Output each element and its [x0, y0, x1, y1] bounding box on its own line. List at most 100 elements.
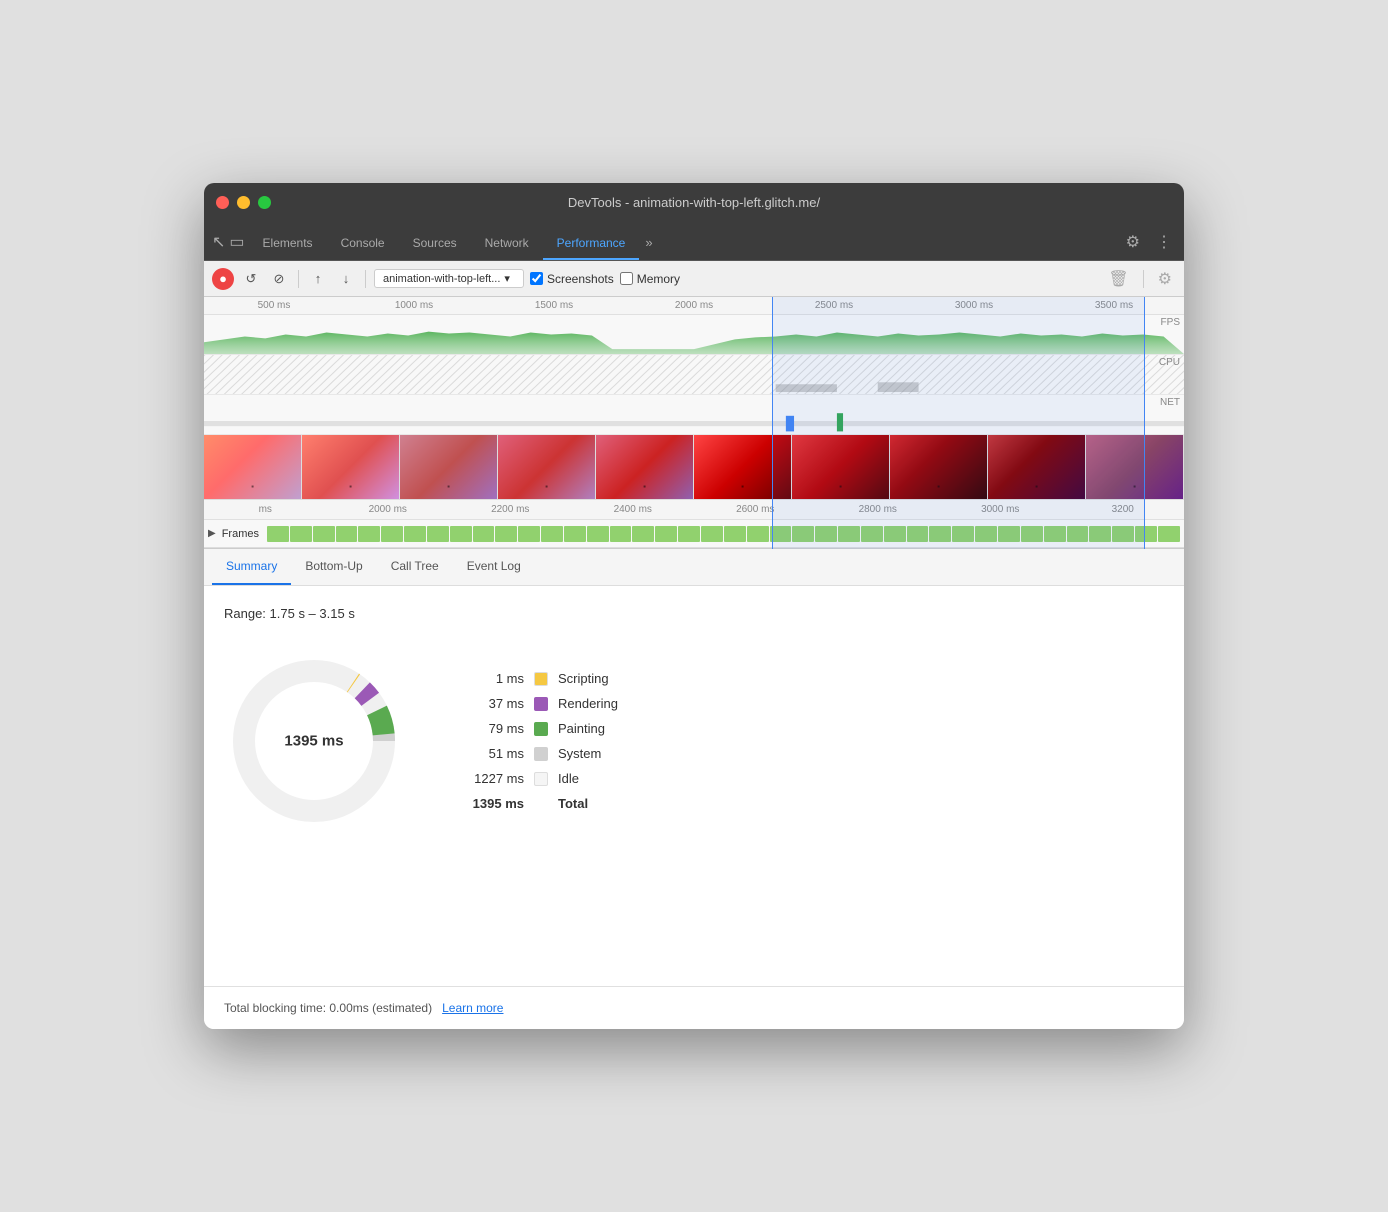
clear-button[interactable]: ⊘ — [268, 268, 290, 290]
frame-bar — [998, 526, 1020, 542]
upload-button[interactable]: ↑ — [307, 268, 329, 290]
total-ms: 1395 ms — [464, 796, 524, 811]
frame-bar — [381, 526, 403, 542]
frame-bar — [724, 526, 746, 542]
url-display: animation-with-top-left... ▾ — [374, 269, 524, 288]
screenshot-10 — [1086, 435, 1184, 499]
scripting-color — [534, 672, 548, 686]
timeline-container: 500 ms 1000 ms 1500 ms 2000 ms 2500 ms 3… — [204, 297, 1184, 549]
ruler-mark-500: 500 ms — [204, 300, 344, 311]
divider3 — [1143, 270, 1144, 288]
frame-bar — [1021, 526, 1043, 542]
devtools-window: DevTools - animation-with-top-left.glitc… — [204, 183, 1184, 1029]
rendering-color — [534, 697, 548, 711]
frame-bar — [290, 526, 312, 542]
frame-bar — [1158, 526, 1180, 542]
memory-label: Memory — [637, 272, 680, 286]
screenshot-4 — [498, 435, 596, 499]
frame-bar — [861, 526, 883, 542]
frame-bar — [404, 526, 426, 542]
settings2-icon[interactable]: ⚙ — [1154, 267, 1176, 291]
scripting-label: Scripting — [558, 671, 609, 686]
frame-bar — [747, 526, 769, 542]
timeline-ruler: 500 ms 1000 ms 1500 ms 2000 ms 2500 ms 3… — [204, 297, 1184, 315]
traffic-lights — [216, 196, 271, 209]
frame-bar — [701, 526, 723, 542]
ruler-mark-2000: 2000 ms — [624, 300, 764, 311]
tab-call-tree[interactable]: Call Tree — [377, 549, 453, 585]
screenshots-strip — [204, 435, 1184, 500]
tab-performance[interactable]: Performance — [543, 228, 640, 260]
tab-elements[interactable]: Elements — [249, 228, 327, 260]
legend-row-total: 1395 ms Total — [464, 796, 618, 811]
frame-bar — [1044, 526, 1066, 542]
tab-event-log[interactable]: Event Log — [453, 549, 535, 585]
bottom-tabbar: Summary Bottom-Up Call Tree Event Log — [204, 549, 1184, 586]
cpu-label: CPU — [1159, 357, 1180, 368]
legend-row-painting: 79 ms Painting — [464, 721, 618, 736]
maximize-button[interactable] — [258, 196, 271, 209]
tab-summary[interactable]: Summary — [212, 549, 291, 585]
settings-icon[interactable]: ⚙ — [1122, 230, 1144, 254]
frame-bar — [1089, 526, 1111, 542]
frame-bar — [587, 526, 609, 542]
footer-text: Total blocking time: 0.00ms (estimated) — [224, 1001, 432, 1015]
legend-row-rendering: 37 ms Rendering — [464, 696, 618, 711]
frame-bar — [450, 526, 472, 542]
frame-bar — [770, 526, 792, 542]
fps-label: FPS — [1161, 317, 1180, 328]
ruler-mark-1500: 1500 ms — [484, 300, 624, 311]
main-tabbar: ↖ ▭ Elements Console Sources Network Per… — [204, 221, 1184, 261]
tab-sources[interactable]: Sources — [399, 228, 471, 260]
ruler2-mark-2600: 2600 ms — [694, 504, 817, 515]
idle-color — [534, 772, 548, 786]
ruler2-mark-0: ms — [204, 504, 327, 515]
legend-row-scripting: 1 ms Scripting — [464, 671, 618, 686]
cpu-row: CPU — [204, 355, 1184, 395]
frames-row: ▶ Frames — [204, 520, 1184, 548]
frame-bar — [907, 526, 929, 542]
memory-checkbox[interactable] — [620, 272, 633, 285]
close-button[interactable] — [216, 196, 229, 209]
frames-toggle[interactable]: ▶ — [208, 528, 216, 539]
divider — [298, 270, 299, 288]
system-label: System — [558, 746, 601, 761]
frame-bar — [267, 526, 289, 542]
net-chart — [204, 395, 1184, 434]
screenshot-9 — [988, 435, 1086, 499]
frame-bar — [815, 526, 837, 542]
timeline-wrapper: 500 ms 1000 ms 1500 ms 2000 ms 2500 ms 3… — [204, 297, 1184, 549]
system-color — [534, 747, 548, 761]
frame-bar — [473, 526, 495, 542]
minimize-button[interactable] — [237, 196, 250, 209]
download-button[interactable]: ↓ — [335, 268, 357, 290]
screenshots-checkbox-group: Screenshots — [530, 272, 614, 286]
rendering-ms: 37 ms — [464, 696, 524, 711]
screenshot-8 — [890, 435, 988, 499]
screenshots-checkbox[interactable] — [530, 272, 543, 285]
painting-color — [534, 722, 548, 736]
frame-bar — [929, 526, 951, 542]
tabbar-right: ⚙ ⋮ — [1122, 230, 1176, 260]
net-label: NET — [1160, 397, 1180, 408]
record-button[interactable]: ● — [212, 268, 234, 290]
frame-bar — [792, 526, 814, 542]
url-dropdown-icon[interactable]: ▾ — [504, 272, 510, 285]
cursor-icon: ↖ — [212, 232, 225, 260]
tab-console[interactable]: Console — [327, 228, 399, 260]
more-options-icon[interactable]: ⋮ — [1152, 230, 1176, 254]
trash-icon[interactable]: 🗑 — [1104, 267, 1132, 291]
frame-bar — [313, 526, 335, 542]
summary-content: 1395 ms 1 ms Scripting 37 ms Rendering 7… — [224, 651, 1164, 831]
learn-more-link[interactable]: Learn more — [442, 1001, 503, 1015]
more-tabs-button[interactable]: » — [639, 227, 658, 260]
ruler-mark-2500: 2500 ms — [764, 300, 904, 311]
memory-checkbox-group: Memory — [620, 272, 680, 286]
tab-network[interactable]: Network — [471, 228, 543, 260]
reload-button[interactable]: ↺ — [240, 268, 262, 290]
rendering-label: Rendering — [558, 696, 618, 711]
tab-bottom-up[interactable]: Bottom-Up — [291, 549, 376, 585]
range-text: Range: 1.75 s – 3.15 s — [224, 606, 1164, 621]
screenshot-6 — [694, 435, 792, 499]
device-icon: ▭ — [229, 232, 244, 260]
